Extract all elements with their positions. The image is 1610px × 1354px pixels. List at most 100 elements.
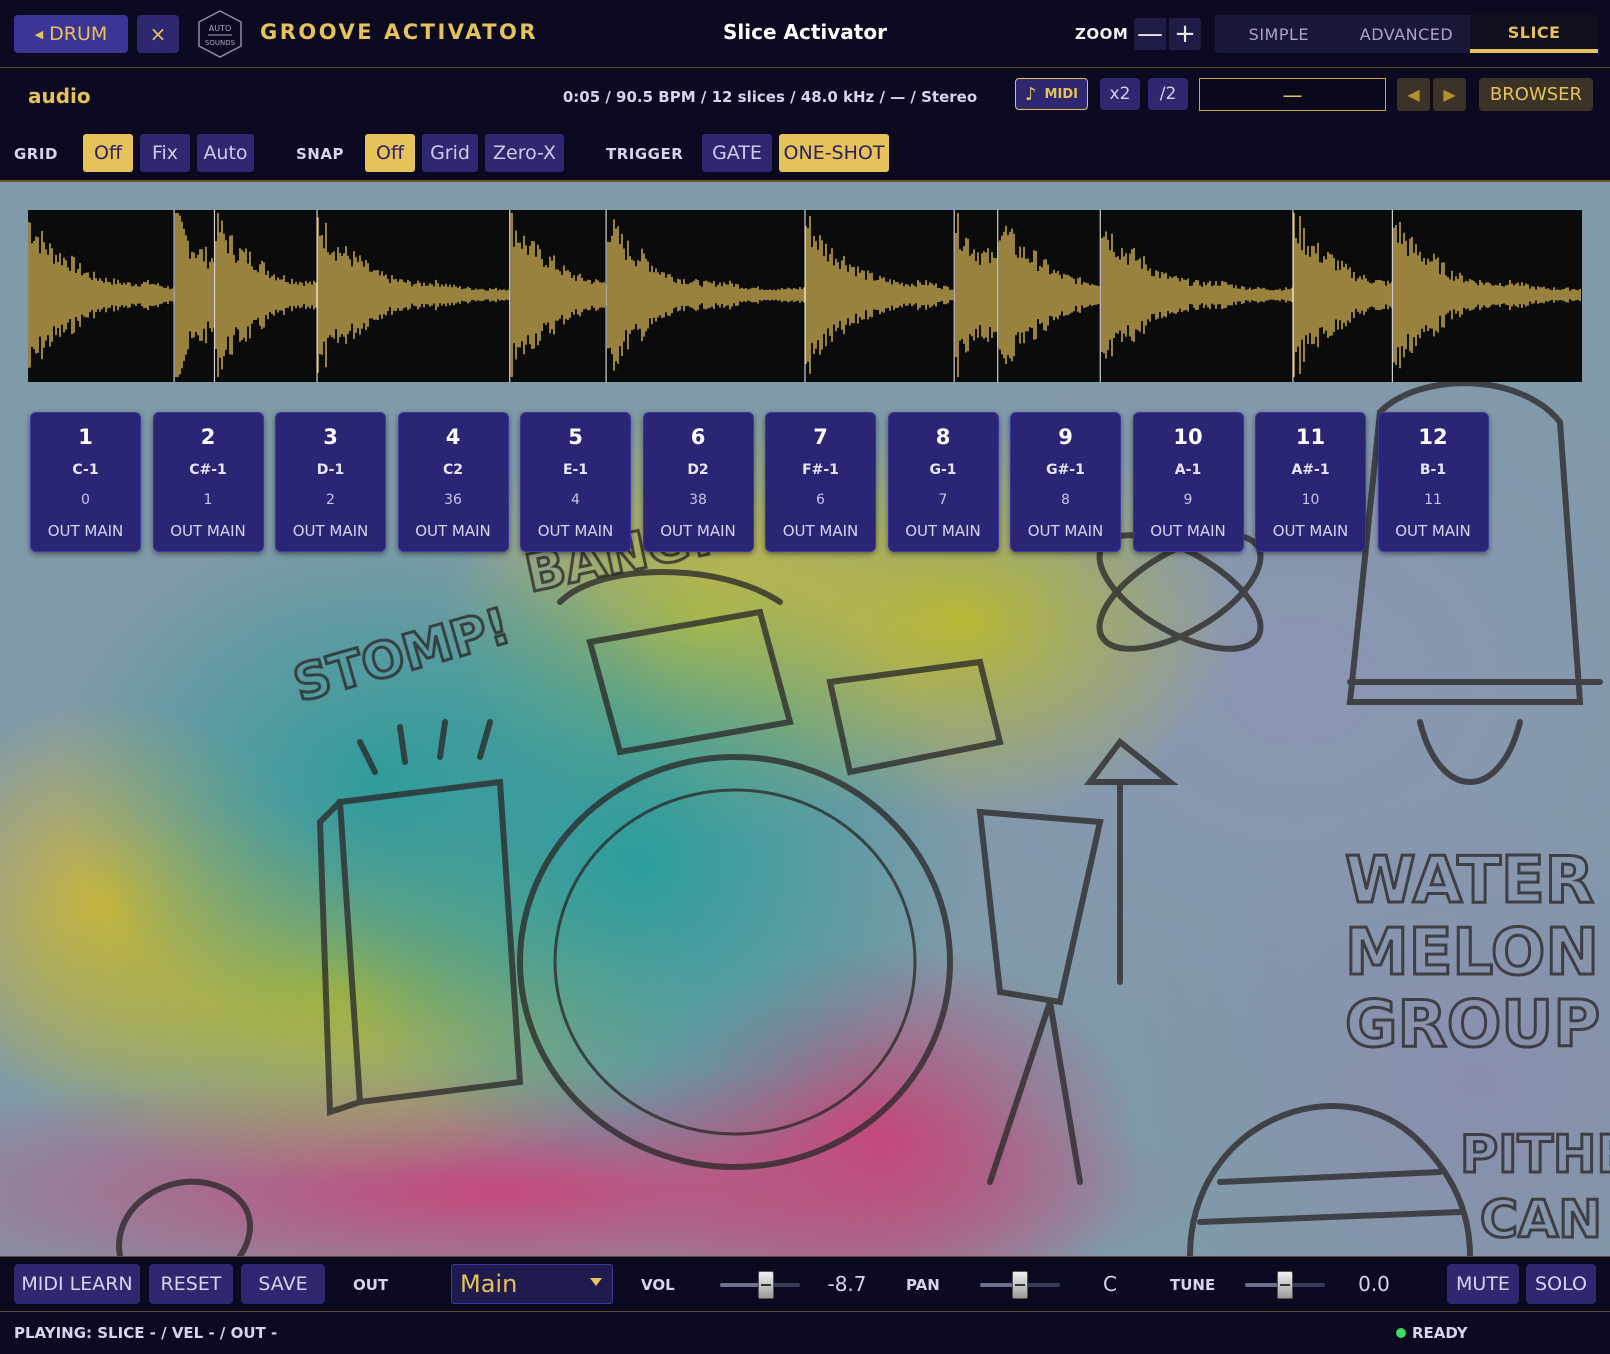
slice-output: OUT MAIN (292, 522, 369, 540)
slice-number: 6 (690, 425, 706, 449)
slice-number: 12 (1418, 425, 1448, 449)
status-dot-icon (1396, 1328, 1406, 1338)
slice-note: C-1 (72, 462, 99, 478)
slice-note: C2 (442, 462, 463, 478)
slice-number: 9 (1058, 425, 1073, 449)
zoom-label: ZOOM (1075, 25, 1129, 43)
slice-pad-8[interactable]: 8 G-1 7 OUT MAIN (887, 412, 999, 552)
waveform-display[interactable] (28, 210, 1582, 382)
previous-sample-button[interactable]: ◀ (1397, 78, 1430, 111)
double-tempo-button[interactable]: x2 (1100, 78, 1140, 110)
slice-output: OUT MAIN (537, 522, 614, 540)
info-bar: audio 0:05 / 90.5 BPM / 12 slices / 48.0… (0, 68, 1610, 126)
slice-note: G#-1 (1046, 462, 1085, 478)
slice-output: OUT MAIN (47, 522, 124, 540)
grid-auto-button[interactable]: Auto (197, 134, 254, 172)
waveform-peaks (28, 213, 1581, 377)
slice-output: OUT MAIN (415, 522, 491, 540)
volume-slider[interactable] (720, 1271, 800, 1299)
slice-pad-1[interactable]: 1 C-1 0 OUT MAIN (30, 412, 141, 552)
grid-off-button[interactable]: Off (83, 134, 133, 172)
reset-button[interactable]: RESET (149, 1264, 233, 1304)
slice-number: 11 (1295, 425, 1326, 449)
slice-pad-7[interactable]: 7 F#-1 6 OUT MAIN (765, 412, 876, 552)
slice-activator-window: ◀ DRUM × AUTO SOUNDS GROOVE ACTIVATOR Sl… (0, 0, 1610, 1354)
pan-slider[interactable] (980, 1271, 1060, 1299)
grid-label: GRID (14, 145, 58, 163)
slice-note: D-1 (316, 462, 345, 478)
trigger-gate-button[interactable]: GATE (702, 134, 772, 172)
waveform-svg[interactable] (28, 210, 1582, 382)
slice-note: G-1 (929, 462, 957, 478)
snap-off-button[interactable]: Off (365, 134, 415, 172)
slice-midi-number: 2 (326, 492, 335, 508)
slice-pad-2[interactable]: 2 C#-1 1 OUT MAIN (152, 412, 264, 552)
half-tempo-button[interactable]: /2 (1148, 78, 1188, 110)
snap-grid-button[interactable]: Grid (422, 134, 478, 172)
midi-button-label: MIDI (1044, 86, 1078, 102)
browser-button[interactable]: BROWSER (1479, 78, 1593, 111)
pan-label: PAN (906, 1276, 940, 1294)
volume-value: -8.7 (827, 1272, 867, 1296)
snap-zero-x-button[interactable]: Zero-X (485, 134, 564, 172)
music-note-icon: ♪ (1025, 83, 1037, 105)
source-label: audio (28, 84, 91, 108)
trigger-one-shot-button[interactable]: ONE-SHOT (779, 134, 889, 172)
slice-midi-number: 4 (571, 492, 580, 508)
grid-fix-button[interactable]: Fix (140, 134, 190, 172)
slice-number: 10 (1173, 425, 1203, 449)
close-button[interactable]: × (137, 15, 179, 53)
output-select[interactable]: Main (451, 1264, 613, 1304)
mute-button[interactable]: MUTE (1447, 1264, 1519, 1304)
chevron-down-icon (590, 1278, 602, 1286)
slice-number: 7 (813, 425, 828, 449)
midi-button[interactable]: ♪ MIDI (1015, 78, 1088, 110)
slice-number: 8 (935, 425, 951, 449)
options-bar: GRID Off Fix Auto SNAP Off Grid Zero-X T… (0, 126, 1610, 182)
slice-output: OUT MAIN (782, 522, 859, 540)
zoom-in-button[interactable]: + (1169, 18, 1201, 50)
tune-slider[interactable] (1245, 1271, 1325, 1299)
slice-pad-10[interactable]: 10 A-1 9 OUT MAIN (1132, 412, 1244, 552)
slice-number: 2 (200, 425, 216, 449)
sample-name-field[interactable]: — (1199, 78, 1386, 111)
slice-midi-number: 36 (444, 492, 462, 508)
slice-output: OUT MAIN (1150, 522, 1226, 540)
next-sample-button[interactable]: ▶ (1433, 78, 1466, 111)
back-to-drum-button[interactable]: ◀ DRUM (14, 15, 128, 53)
snap-label: SNAP (296, 145, 344, 163)
close-icon: × (149, 22, 167, 46)
tab-advanced[interactable]: ADVANCED (1343, 15, 1471, 53)
tune-slider-thumb[interactable] (1277, 1271, 1293, 1299)
tune-value: 0.0 (1358, 1272, 1390, 1296)
pan-slider-thumb[interactable] (1012, 1271, 1028, 1299)
save-button[interactable]: SAVE (241, 1264, 325, 1304)
slice-output: OUT MAIN (170, 522, 246, 540)
slice-note: A#-1 (1291, 462, 1330, 478)
slice-pad-11[interactable]: 11 A#-1 10 OUT MAIN (1255, 412, 1366, 552)
minus-icon: — (1137, 19, 1163, 49)
back-button-label: DRUM (49, 23, 108, 45)
slice-pad-5[interactable]: 5 E-1 4 OUT MAIN (520, 412, 631, 552)
volume-slider-thumb[interactable] (758, 1271, 775, 1299)
slice-output: OUT MAIN (905, 522, 981, 540)
zoom-out-button[interactable]: — (1134, 18, 1166, 50)
slice-midi-number: 6 (816, 492, 825, 508)
slice-pad-4[interactable]: 4 C2 36 OUT MAIN (397, 412, 509, 552)
slice-note: B-1 (1419, 462, 1447, 478)
solo-button[interactable]: SOLO (1526, 1264, 1596, 1304)
slice-note: C#-1 (189, 462, 227, 478)
midi-learn-button[interactable]: MIDI LEARN (14, 1264, 140, 1304)
slice-number: 1 (78, 425, 93, 449)
slice-note: A-1 (1174, 462, 1202, 478)
triangle-left-icon: ◀ (1407, 85, 1420, 104)
slice-pad-9[interactable]: 9 G#-1 8 OUT MAIN (1010, 412, 1121, 552)
artwork-text-can: CAN (1480, 1190, 1602, 1250)
slice-pad-6[interactable]: 6 D2 38 OUT MAIN (642, 412, 754, 552)
slice-pad-3[interactable]: 3 D-1 2 OUT MAIN (275, 412, 386, 552)
file-info: 0:05 / 90.5 BPM / 12 slices / 48.0 kHz /… (562, 88, 978, 106)
brand-title: GROOVE ACTIVATOR (260, 20, 539, 44)
tab-slice[interactable]: SLICE (1470, 15, 1599, 53)
slice-pad-12[interactable]: 12 B-1 11 OUT MAIN (1377, 412, 1489, 552)
tab-simple[interactable]: SIMPLE (1215, 15, 1343, 53)
